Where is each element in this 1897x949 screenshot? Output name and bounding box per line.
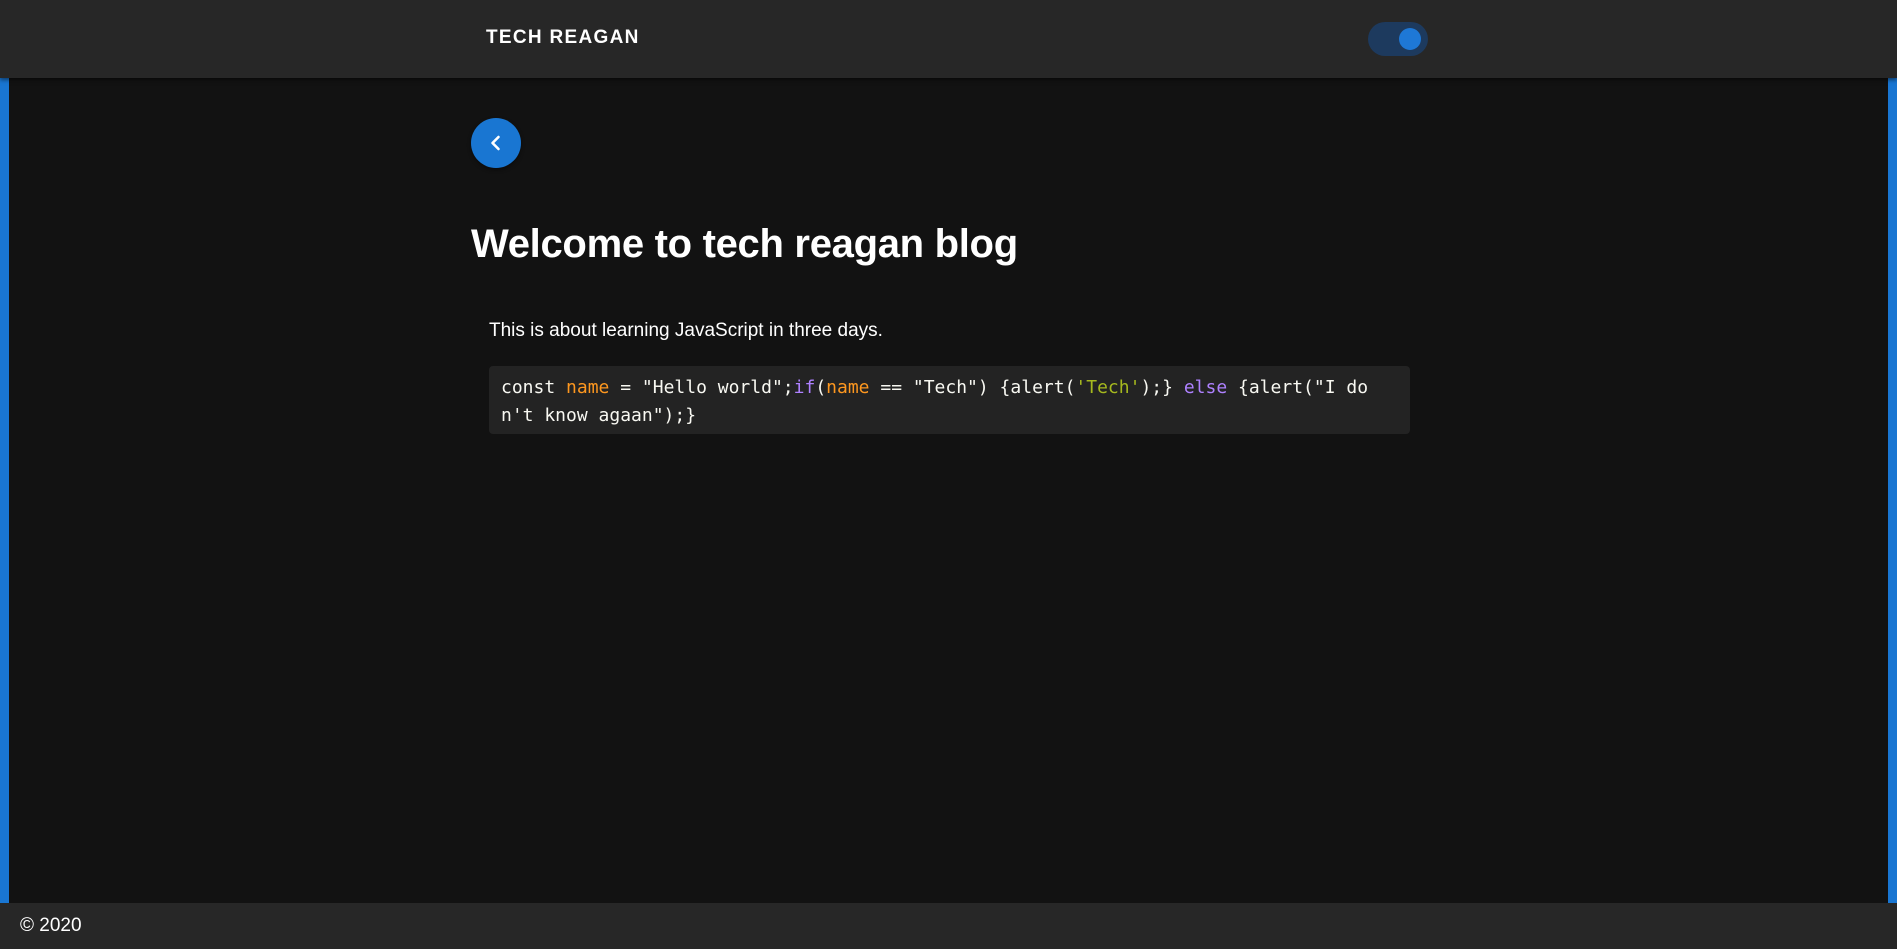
code-token: if (793, 377, 816, 398)
page-title: Welcome to tech reagan blog (471, 222, 1018, 266)
back-button[interactable] (471, 118, 521, 168)
post-intro: This is about learning JavaScript in thr… (489, 320, 883, 341)
code-token: );} (1140, 377, 1184, 398)
brand-title[interactable]: TECH REAGAN (486, 27, 640, 49)
code-token: == "Tech") {alert( (869, 377, 1076, 398)
code-block: const name = "Hello world";if(name == "T… (489, 366, 1410, 434)
code-token: const (501, 377, 567, 398)
code-token: name (566, 377, 610, 398)
toggle-knob (1399, 28, 1421, 50)
theme-toggle[interactable] (1368, 22, 1428, 56)
footer: © 2020 (0, 903, 1897, 949)
code-token: name (826, 377, 870, 398)
chevron-left-icon (491, 135, 500, 151)
code-token: 'Tech' (1075, 377, 1141, 398)
code-token: = "Hello world"; (609, 377, 794, 398)
left-accent-bar (0, 78, 9, 903)
code-token: else (1183, 377, 1228, 398)
app-bar: TECH REAGAN (0, 0, 1897, 78)
code-token: ( (815, 377, 827, 398)
right-accent-bar (1888, 78, 1897, 903)
copyright-text: © 2020 (20, 915, 82, 936)
